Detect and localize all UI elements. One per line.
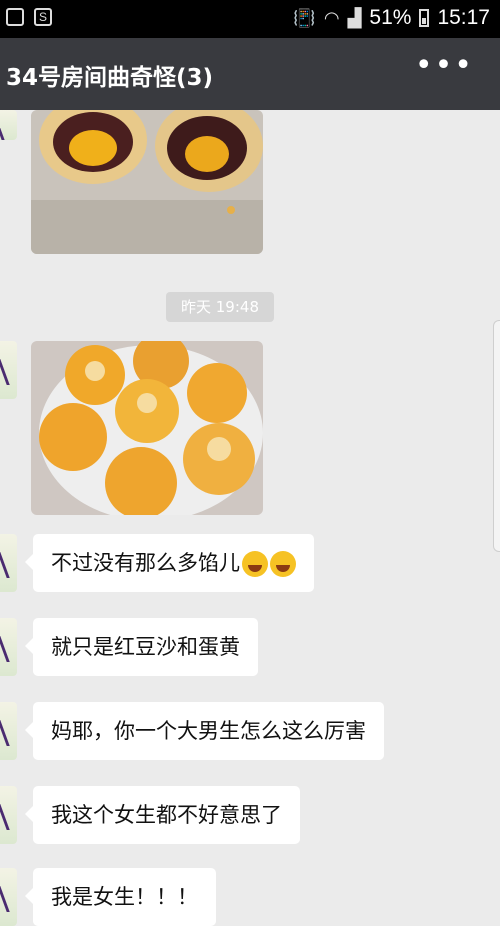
avatar[interactable]	[0, 534, 17, 592]
message-text: 我是女生！！！	[51, 885, 198, 909]
wifi-icon: ◠	[323, 7, 340, 28]
image-message[interactable]	[31, 110, 263, 254]
sim-icon	[6, 8, 24, 26]
image-message[interactable]	[31, 341, 263, 515]
laugh-cry-emoji-icon	[270, 551, 296, 577]
avatar[interactable]	[0, 702, 17, 760]
chat-area[interactable]: 昨天 19:48 不过没有那么多馅儿 就只是红豆沙和蛋黄 妈耶，你一个大男生怎么…	[0, 110, 500, 926]
more-icon[interactable]: •••	[415, 48, 474, 83]
edge-panel-handle[interactable]	[493, 320, 500, 552]
mooncake-halves-photo	[31, 110, 263, 254]
status-bar: S 📳 ◠ ▟ 51% 15:17	[0, 0, 500, 38]
laugh-cry-emoji-icon	[242, 551, 268, 577]
message-text: 就只是红豆沙和蛋黄	[51, 635, 240, 659]
avatar[interactable]	[0, 618, 17, 676]
message-text: 我这个女生都不好意思了	[51, 803, 282, 827]
avatar[interactable]	[0, 110, 17, 140]
timestamp: 昨天 19:48	[166, 292, 274, 322]
chat-title: 34号房间曲奇怪(3)	[6, 65, 214, 91]
chat-header: 34号房间曲奇怪(3) •••	[0, 38, 500, 110]
avatar[interactable]	[0, 868, 17, 926]
avatar[interactable]	[0, 786, 17, 844]
app-icon: S	[34, 8, 52, 26]
message-bubble[interactable]: 妈耶，你一个大男生怎么这么厉害	[25, 702, 384, 760]
battery-icon	[419, 9, 430, 27]
message-bubble[interactable]: 就只是红豆沙和蛋黄	[25, 618, 258, 676]
message-bubble[interactable]: 我是女生！！！	[25, 868, 216, 926]
message-bubble[interactable]: 我这个女生都不好意思了	[25, 786, 300, 844]
clock: 15:17	[437, 6, 490, 29]
mooncakes-photo	[31, 341, 263, 515]
message-bubble[interactable]: 不过没有那么多馅儿	[25, 534, 314, 592]
battery-percent: 51%	[369, 6, 412, 29]
message-text: 不过没有那么多馅儿	[51, 551, 240, 575]
vibrate-icon: 📳	[293, 7, 316, 28]
message-text: 妈耶，你一个大男生怎么这么厉害	[51, 719, 366, 743]
avatar[interactable]	[0, 341, 17, 399]
signal-icon: ▟	[347, 7, 362, 28]
